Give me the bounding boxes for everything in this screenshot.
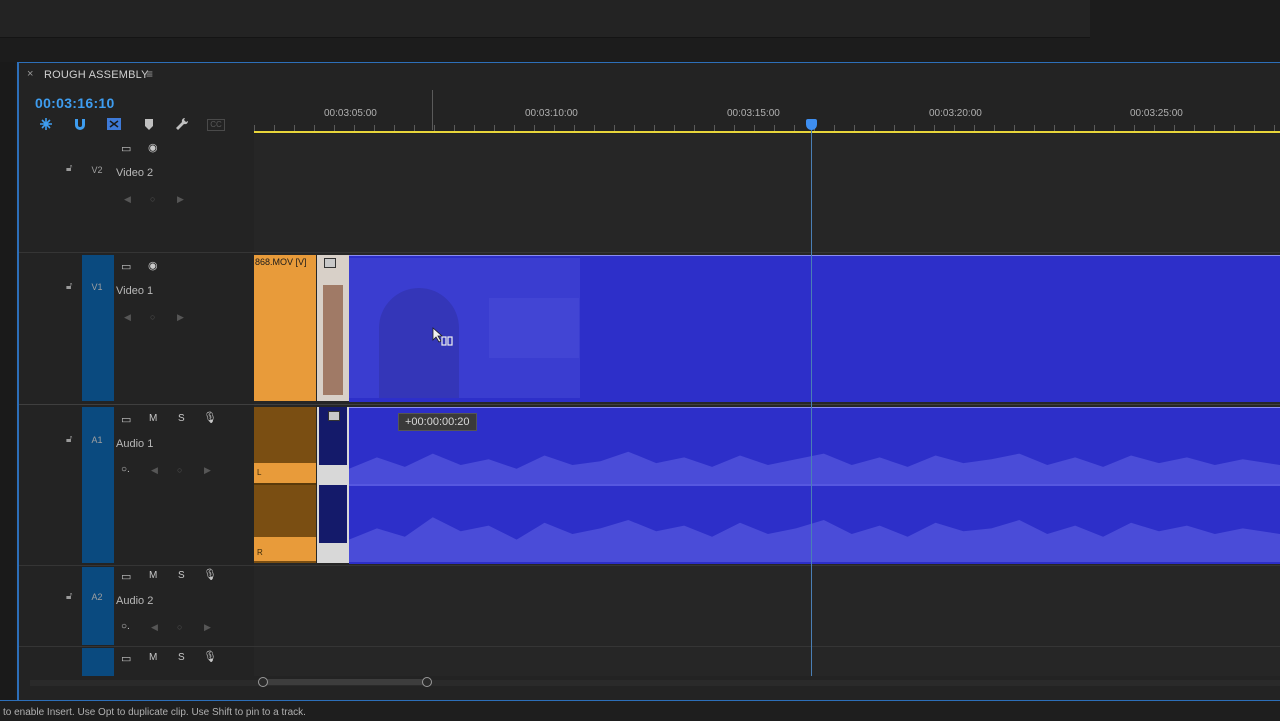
- lock-icon[interactable]: 🔓︎: [66, 163, 72, 174]
- microphone-icon[interactable]: 🎙︎: [203, 568, 217, 581]
- audio-clip[interactable]: [254, 407, 316, 563]
- left-panel-strip: [0, 62, 15, 700]
- lock-icon[interactable]: 🔓︎: [66, 591, 72, 602]
- track-lanes[interactable]: [254, 134, 1280, 676]
- drag-offset-tooltip: +00:00:00:20: [398, 413, 477, 431]
- v2-track-id[interactable]: V2: [82, 165, 112, 175]
- ruler-tick-label: 00:03:10:00: [525, 108, 578, 119]
- sequence-tab-title[interactable]: ROUGH ASSEMBLY: [44, 69, 149, 81]
- prev-keyframe-icon[interactable]: ◀: [124, 312, 131, 323]
- a2-track-id[interactable]: A2: [82, 592, 112, 602]
- close-tab-icon[interactable]: ×: [27, 68, 33, 80]
- audio-channel-right: R: [257, 548, 263, 557]
- video-clip-preview: [349, 258, 580, 398]
- prev-keyframe-icon[interactable]: ◀: [124, 194, 131, 205]
- eye-icon[interactable]: ◉: [148, 259, 158, 272]
- move-cursor-icon: [432, 327, 453, 346]
- v1-track-id[interactable]: V1: [82, 282, 112, 292]
- next-keyframe-icon[interactable]: ▶: [204, 622, 211, 633]
- captions-icon[interactable]: CC: [207, 119, 225, 131]
- volume-keyframe-icon[interactable]: ○.: [121, 464, 130, 475]
- toggle-sync-icon[interactable]: ▭: [121, 260, 131, 273]
- playhead-handle[interactable]: [806, 119, 817, 130]
- lock-icon[interactable]: 🔓︎: [66, 434, 72, 445]
- eye-icon[interactable]: ◉: [148, 141, 158, 154]
- a1-track-name: Audio 1: [116, 438, 154, 450]
- next-keyframe-icon[interactable]: ▶: [177, 194, 184, 205]
- scrollbar-thumb[interactable]: [262, 679, 426, 685]
- fx-badge-icon: [324, 258, 336, 268]
- v1-track-name: Video 1: [116, 285, 154, 297]
- selected-audio-clip[interactable]: [349, 407, 1280, 564]
- prev-keyframe-icon[interactable]: ◀: [151, 622, 158, 633]
- add-keyframe-icon[interactable]: ○: [150, 194, 155, 204]
- video-clip-thumbnail[interactable]: [317, 255, 349, 401]
- lock-icon[interactable]: 🔓︎: [66, 281, 72, 292]
- fx-badge-icon: [328, 411, 340, 421]
- status-hint: to enable Insert. Use Opt to duplicate c…: [3, 707, 306, 718]
- solo-button[interactable]: S: [178, 413, 185, 424]
- solo-button[interactable]: S: [178, 570, 185, 581]
- panel-menu-icon[interactable]: ≡: [146, 67, 153, 81]
- playhead-line[interactable]: [811, 120, 812, 676]
- a2-target-tab[interactable]: [82, 567, 114, 645]
- volume-keyframe-icon[interactable]: ○.: [121, 621, 130, 632]
- playhead-timecode[interactable]: 00:03:16:10: [35, 95, 115, 111]
- work-area-bar[interactable]: [254, 131, 1280, 133]
- track-divider: [19, 404, 1280, 405]
- audio-channel-left: L: [257, 468, 262, 477]
- ruler-tick-label: 00:03:20:00: [929, 108, 982, 119]
- toggle-sync-icon[interactable]: ▭: [121, 413, 131, 426]
- prev-keyframe-icon[interactable]: ◀: [151, 465, 158, 476]
- zoom-handle-left[interactable]: [258, 677, 268, 687]
- a1-track-id[interactable]: A1: [82, 435, 112, 445]
- add-keyframe-icon[interactable]: ○: [177, 622, 182, 632]
- in-point-marker: [432, 90, 433, 130]
- magnet-icon[interactable]: [72, 116, 88, 132]
- audio-clip-segment[interactable]: [317, 407, 349, 563]
- v2-track-name: Video 2: [116, 167, 154, 179]
- mute-button[interactable]: M: [149, 570, 157, 581]
- top-panel-area: [0, 0, 1280, 62]
- next-keyframe-icon[interactable]: ▶: [204, 465, 211, 476]
- toggle-sync-icon[interactable]: ▭: [121, 570, 131, 583]
- linked-selection-icon[interactable]: [106, 116, 122, 132]
- timeline-scrollbar[interactable]: [30, 680, 1280, 686]
- ruler-tick-label: 00:03:15:00: [727, 108, 780, 119]
- microphone-icon[interactable]: 🎙︎: [203, 650, 217, 663]
- track-divider: [19, 252, 1280, 253]
- track-divider: [19, 565, 1280, 566]
- a2-track-name: Audio 2: [116, 595, 154, 607]
- video-clip[interactable]: [254, 255, 316, 401]
- snap-insert-icon[interactable]: [38, 116, 54, 132]
- a3-target-tab[interactable]: [82, 648, 114, 676]
- v1-target-tab[interactable]: [82, 255, 114, 401]
- toggle-sync-icon[interactable]: ▭: [121, 652, 131, 665]
- zoom-handle-right[interactable]: [422, 677, 432, 687]
- add-keyframe-icon[interactable]: ○: [150, 312, 155, 322]
- ruler-tick-label: 00:03:05:00: [324, 108, 377, 119]
- add-keyframe-icon[interactable]: ○: [177, 465, 182, 475]
- ruler-tick-label: 00:03:25:00: [1130, 108, 1183, 119]
- mute-button[interactable]: M: [149, 652, 157, 663]
- microphone-icon[interactable]: 🎙︎: [203, 411, 217, 424]
- toggle-sync-icon[interactable]: ▭: [121, 142, 131, 155]
- wrench-icon[interactable]: [174, 116, 190, 132]
- a1-target-tab[interactable]: [82, 407, 114, 563]
- marker-icon[interactable]: [141, 116, 157, 132]
- next-keyframe-icon[interactable]: ▶: [177, 312, 184, 323]
- mute-button[interactable]: M: [149, 413, 157, 424]
- track-divider: [19, 646, 1280, 647]
- solo-button[interactable]: S: [178, 652, 185, 663]
- video-clip-label: 868.MOV [V]: [255, 257, 307, 267]
